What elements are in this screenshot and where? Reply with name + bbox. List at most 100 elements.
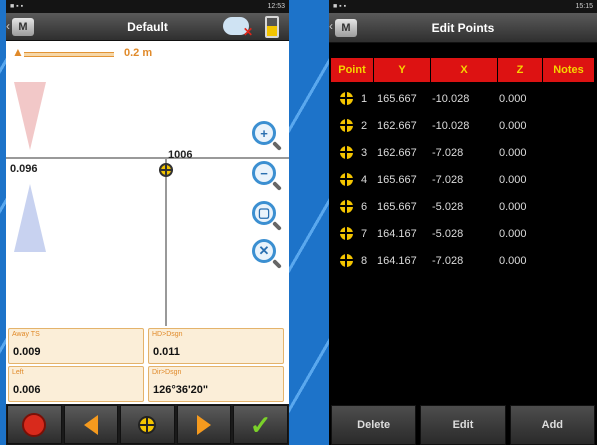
zoom-extents-icon[interactable]: ✕ — [252, 239, 276, 263]
cell-point: 4 — [361, 173, 368, 186]
edit-points-screen: ■ ▪ ▪ 15:15 ‹ M Edit Points Point Y X Z … — [329, 0, 597, 445]
cell-y: 162.667 — [377, 146, 417, 159]
column-header-x[interactable]: X — [431, 58, 497, 82]
point-icon — [340, 119, 353, 132]
readout-value: 0.009 — [13, 346, 41, 358]
table-row[interactable]: 7 164.167 -5.028 0.000 — [329, 220, 597, 247]
table-row[interactable]: 1 165.667 -10.028 0.000 — [329, 85, 597, 112]
cell-point: 2 — [361, 119, 368, 132]
battery-icon[interactable] — [265, 16, 279, 38]
readout-away-ts: Away TS 0.009 — [8, 328, 144, 364]
readout-value: 0.011 — [153, 346, 180, 358]
readout-label: HD>Dsgn — [152, 331, 183, 338]
cell-point: 3 — [361, 146, 368, 159]
table-row[interactable]: 8 164.167 -7.028 0.000 — [329, 247, 597, 274]
cell-z: 0.000 — [499, 119, 527, 132]
status-icons: ■ ▪ ▪ — [10, 3, 24, 10]
table-row[interactable]: 6 165.667 -5.028 0.000 — [329, 193, 597, 220]
status-bar: ■ ▪ ▪ 15:15 — [329, 0, 597, 13]
bottom-toolbar: ✓ — [6, 404, 289, 445]
arrow-left-icon — [83, 414, 98, 435]
target-icon — [138, 415, 157, 434]
status-time: 12:53 — [267, 3, 285, 10]
cloud-disconnected-icon[interactable] — [223, 17, 253, 39]
offset-value: 0.096 — [10, 163, 38, 175]
arrow-right-icon — [197, 414, 212, 435]
cell-z: 0.000 — [499, 173, 527, 186]
readout-label: Away TS — [12, 331, 40, 338]
cell-x: -10.028 — [432, 92, 470, 105]
previous-point-button[interactable] — [63, 405, 119, 444]
zoom-out-icon[interactable]: − — [252, 161, 276, 185]
cell-point: 8 — [361, 254, 368, 267]
next-point-button[interactable] — [176, 405, 232, 444]
page-title: Edit Points — [431, 20, 495, 35]
cell-z: 0.000 — [499, 200, 527, 213]
readout-panel: Away TS 0.009 HD>Dsgn 0.011 Left 0.006 D… — [6, 326, 289, 402]
cell-z: 0.000 — [499, 146, 527, 159]
back-chevron-icon[interactable]: ‹ — [329, 19, 333, 33]
add-button[interactable]: Add — [509, 405, 595, 445]
title-bar: ‹ M Default — [6, 13, 289, 41]
back-chevron-icon[interactable]: ‹ — [6, 19, 10, 33]
app-logo-icon[interactable]: M — [335, 18, 357, 37]
cell-z: 0.000 — [499, 227, 527, 240]
table-row[interactable]: 2 162.667 -10.028 0.000 — [329, 112, 597, 139]
stakeout-screen: ■ ▪ ▪ 12:53 ‹ M Default ▲ 0.2 m 0.096 10… — [6, 0, 289, 445]
design-point-icon[interactable] — [159, 163, 173, 177]
readout-value: 126°36'20" — [153, 384, 209, 396]
column-header-z[interactable]: Z — [498, 58, 542, 82]
cell-y: 165.667 — [377, 92, 417, 105]
action-buttons: Delete Edit Add — [331, 405, 595, 445]
point-label: 1006 — [168, 149, 193, 161]
column-header-y[interactable]: Y — [374, 58, 430, 82]
point-icon — [340, 227, 353, 240]
stop-icon — [22, 412, 47, 437]
cell-x: -5.028 — [432, 200, 464, 213]
readout-dir-dsgn: Dir>Dsgn 126°36'20" — [148, 366, 284, 402]
vertical-guide-line — [165, 157, 167, 326]
point-icon — [340, 92, 353, 105]
cell-z: 0.000 — [499, 92, 527, 105]
point-icon — [340, 146, 353, 159]
cell-y: 164.167 — [377, 227, 417, 240]
offset-triangle-down — [14, 184, 46, 252]
zoom-in-icon[interactable]: + — [252, 121, 276, 145]
status-time: 15:15 — [575, 3, 593, 10]
cell-x: -7.028 — [432, 173, 464, 186]
cell-point: 1 — [361, 92, 368, 105]
cell-x: -7.028 — [432, 146, 464, 159]
north-arrow-icon: ▲ — [12, 45, 24, 59]
cell-y: 164.167 — [377, 254, 417, 267]
status-icons: ■ ▪ ▪ — [333, 3, 347, 10]
cell-point: 7 — [361, 227, 368, 240]
readout-value: 0.006 — [13, 384, 41, 396]
delete-button[interactable]: Delete — [331, 405, 417, 445]
edit-button[interactable]: Edit — [420, 405, 506, 445]
check-icon: ✓ — [249, 409, 272, 440]
measure-button[interactable] — [120, 405, 175, 444]
offset-triangle-up — [14, 82, 46, 150]
zoom-window-icon[interactable]: ▢ — [252, 201, 276, 225]
status-bar: ■ ▪ ▪ 12:53 — [6, 0, 289, 13]
table-row[interactable]: 3 162.667 -7.028 0.000 — [329, 139, 597, 166]
column-header-point[interactable]: Point — [331, 58, 373, 82]
scale-bar — [24, 52, 114, 57]
readout-hd-dsgn: HD>Dsgn 0.011 — [148, 328, 284, 364]
point-icon — [340, 254, 353, 267]
cell-y: 165.667 — [377, 200, 417, 213]
cell-y: 162.667 — [377, 119, 417, 132]
horizontal-guide-line — [6, 157, 289, 159]
readout-label: Left — [12, 369, 24, 376]
map-view[interactable]: ▲ 0.2 m 0.096 1006 + − ▢ ✕ — [6, 41, 289, 326]
table-row[interactable]: 4 165.667 -7.028 0.000 — [329, 166, 597, 193]
confirm-button[interactable]: ✓ — [233, 405, 288, 444]
points-table: 1 165.667 -10.028 0.000 2 162.667 -10.02… — [329, 85, 597, 274]
stop-button[interactable] — [7, 405, 62, 444]
app-logo-icon[interactable]: M — [12, 17, 34, 36]
scale-label: 0.2 m — [124, 47, 153, 59]
cell-x: -5.028 — [432, 227, 464, 240]
cell-x: -7.028 — [432, 254, 464, 267]
cell-z: 0.000 — [499, 254, 527, 267]
column-header-notes[interactable]: Notes — [543, 58, 594, 82]
